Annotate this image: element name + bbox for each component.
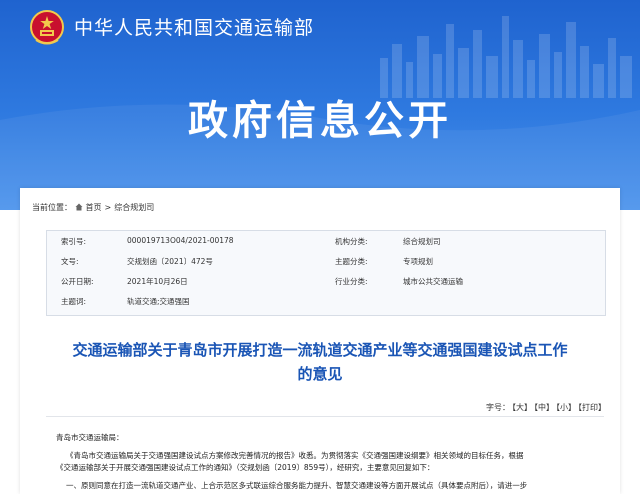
meta-value-date: 2021年10月26日 [127,277,188,286]
breadcrumb-prefix: 当前位置： [32,203,72,212]
meta-label-date: 公开日期: [61,277,94,286]
meta-value-doc-number: 交规划函〔2021〕472号 [127,257,213,266]
banner-title: 政府信息公开 [188,98,452,144]
divider [46,416,604,417]
paragraph-line: 《青岛市交通运输局关于交通强国建设试点方案修改完善情况的报告》收悉。为贯彻落实《… [66,451,524,460]
meta-label-keywords: 主题词: [61,297,87,306]
font-size-label: 字号： [486,403,510,412]
header-banner: 中华人民共和国交通运输部 政府信息公开 [0,0,640,210]
meta-label-index: 索引号: [61,237,87,246]
meta-row: 文号: 交规划函〔2021〕472号 主题分类: 专项规划 [47,253,605,269]
meta-row: 主题词: 轨道交通;交通强国 [47,293,605,309]
meta-label-industry: 行业分类: [335,277,368,286]
print-button[interactable]: 【打印】 [578,403,606,412]
home-icon [75,203,83,211]
document-title-line: 交通运输部关于青岛市开展打造一流轨道交通产业等交通强国建设试点工作 [72,341,568,359]
document-title-line: 的意见 [297,365,343,383]
paragraph-line: 《交通运输部关于开展交通强国建设试点工作的通知》（交规划函〔2019〕859号）… [56,463,435,472]
meta-value-keywords: 轨道交通;交通强国 [127,297,190,306]
font-size-toolbar: 字号： 【大】 【中】 【小】 【打印】 [484,402,606,413]
meta-value-agency: 综合规划司 [403,237,441,246]
ministry-name[interactable]: 中华人民共和国交通运输部 [74,13,314,40]
national-emblem-icon [30,10,64,45]
meta-label-agency: 机构分类: [335,237,368,246]
breadcrumb: 当前位置： 首页 > 综合规划司 [32,202,157,213]
meta-value-industry: 城市公共交通运输 [403,277,463,286]
breadcrumb-separator: > [104,203,112,212]
font-size-medium-button[interactable]: 【中】 [534,403,554,412]
breadcrumb-current[interactable]: 综合规划司 [114,203,154,212]
content-panel: 当前位置： 首页 > 综合规划司 索引号: 000019713O04/2021-00… [20,188,620,494]
meta-label-topic: 主题分类: [335,257,368,266]
breadcrumb-home-link[interactable]: 首页 [86,203,102,212]
font-size-small-button[interactable]: 【小】 [556,403,576,412]
addressee: 青岛市交通运输局： [56,433,124,442]
font-size-large-button[interactable]: 【大】 [512,403,532,412]
document-title: 交通运输部关于青岛市开展打造一流轨道交通产业等交通强国建设试点工作 的意见 [20,338,620,386]
paragraph-line: 一、原则同意在打造一流轨道交通产业、上合示范区多式联运综合服务能力提升、智慧交通… [66,481,528,490]
document-metadata-table: 索引号: 000019713O04/2021-00178 机构分类: 综合规划司… [46,230,606,316]
meta-row: 公开日期: 2021年10月26日 行业分类: 城市公共交通运输 [47,273,605,289]
meta-value-index: 000019713O04/2021-00178 [127,236,234,245]
meta-row: 索引号: 000019713O04/2021-00178 机构分类: 综合规划司 [47,233,605,249]
meta-value-topic: 专项规划 [403,257,433,266]
meta-label-doc-number: 文号: [61,257,79,266]
